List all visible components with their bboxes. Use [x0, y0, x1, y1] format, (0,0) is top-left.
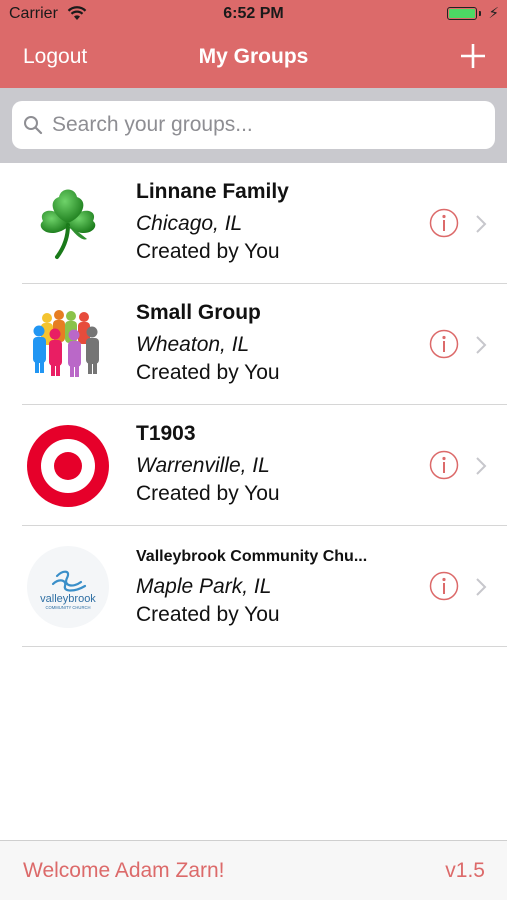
status-time: 6:52 PM	[223, 5, 284, 22]
groups-list: Linnane Family Chicago, IL Created by Yo…	[0, 163, 507, 647]
search-bar	[0, 88, 507, 163]
version-label: v1.5	[445, 859, 485, 882]
group-location: Chicago, IL	[136, 212, 243, 235]
info-icon[interactable]	[429, 208, 459, 238]
valleybrook-logo-subtext: COMMUNITY CHURCH	[45, 605, 90, 610]
group-name: Linnane Family	[136, 180, 289, 203]
group-name: Small Group	[136, 301, 261, 324]
group-row-small-group[interactable]: Small Group Wheaton, IL Created by You	[0, 284, 507, 405]
group-row-linnane-family[interactable]: Linnane Family Chicago, IL Created by Yo…	[0, 163, 507, 284]
chevron-right-icon	[476, 336, 487, 354]
people-group-icon	[28, 305, 108, 385]
battery-icon	[447, 7, 477, 20]
chevron-right-icon	[476, 215, 487, 233]
group-owner: Created by You	[136, 603, 280, 626]
group-name: T1903	[136, 422, 196, 445]
footer-bar: Welcome Adam Zarn! v1.5	[0, 840, 507, 900]
welcome-message: Welcome Adam Zarn!	[23, 859, 225, 882]
search-icon	[24, 116, 43, 135]
chevron-right-icon	[476, 457, 487, 475]
group-name: Valleybrook Community Chu...	[136, 548, 368, 565]
info-icon[interactable]	[429, 571, 459, 601]
search-input[interactable]	[52, 101, 482, 149]
info-icon[interactable]	[429, 329, 459, 359]
navigation-header: Carrier 6:52 PM ⚡︎ Logout My Groups	[0, 0, 507, 88]
group-owner: Created by You	[136, 240, 280, 263]
page-title: My Groups	[198, 45, 309, 68]
target-logo-icon	[27, 425, 109, 507]
chevron-right-icon	[476, 578, 487, 596]
valleybrook-logo-text: valleybrook	[40, 593, 96, 605]
valleybrook-logo: valleybrook COMMUNITY CHURCH	[27, 546, 109, 628]
group-row-valleybrook[interactable]: valleybrook COMMUNITY CHURCH Valleybrook…	[0, 526, 507, 647]
battery-cap	[479, 11, 481, 16]
group-location: Warrenville, IL	[136, 454, 270, 477]
search-field-container[interactable]	[12, 101, 495, 149]
status-bar: Carrier 6:52 PM ⚡︎	[0, 0, 507, 30]
row-divider	[22, 646, 507, 647]
group-location: Wheaton, IL	[136, 333, 250, 356]
add-group-plus-icon[interactable]	[459, 42, 487, 70]
info-icon[interactable]	[429, 450, 459, 480]
charging-bolt-icon: ⚡︎	[488, 5, 499, 22]
group-location: Maple Park, IL	[136, 575, 272, 598]
group-row-t1903[interactable]: T1903 Warrenville, IL Created by You	[0, 405, 507, 526]
group-owner: Created by You	[136, 482, 280, 505]
shamrock-icon	[40, 189, 96, 259]
group-owner: Created by You	[136, 361, 280, 384]
